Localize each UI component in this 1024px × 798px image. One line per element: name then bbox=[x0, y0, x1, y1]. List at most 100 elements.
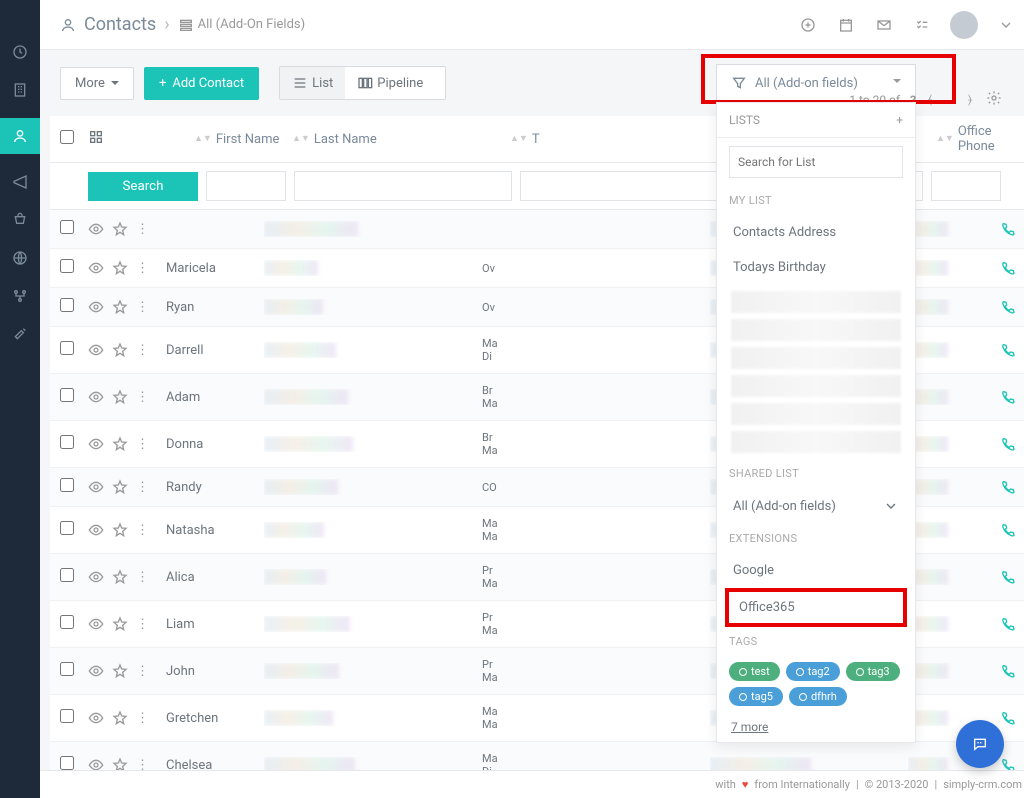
eye-icon[interactable] bbox=[88, 342, 104, 358]
row-menu-icon[interactable]: ⋮ bbox=[136, 300, 149, 315]
phone-icon[interactable] bbox=[1000, 436, 1016, 452]
tools-icon[interactable] bbox=[10, 324, 30, 344]
star-icon[interactable] bbox=[112, 757, 128, 770]
phone-icon[interactable] bbox=[1000, 710, 1016, 726]
module-title[interactable]: Contacts bbox=[84, 14, 156, 35]
search-first[interactable] bbox=[206, 171, 286, 201]
eye-icon[interactable] bbox=[88, 522, 104, 538]
row-checkbox[interactable] bbox=[60, 568, 74, 582]
row-checkbox[interactable] bbox=[60, 298, 74, 312]
grid-icon[interactable] bbox=[88, 129, 108, 149]
row-menu-icon[interactable]: ⋮ bbox=[136, 758, 149, 771]
row-menu-icon[interactable]: ⋮ bbox=[136, 617, 149, 632]
tag-tag3[interactable]: tag3 bbox=[846, 662, 900, 681]
phone-icon[interactable] bbox=[1000, 389, 1016, 405]
row-checkbox[interactable] bbox=[60, 662, 74, 676]
eye-icon[interactable] bbox=[88, 616, 104, 632]
dashboard-icon[interactable] bbox=[10, 42, 30, 62]
col-last-name[interactable]: ▲▼Last Name bbox=[292, 132, 502, 147]
phone-icon[interactable] bbox=[1000, 569, 1016, 585]
phone-icon[interactable] bbox=[1000, 479, 1016, 495]
tag-tag5[interactable]: tag5 bbox=[729, 687, 783, 706]
phone-icon[interactable] bbox=[1000, 522, 1016, 538]
phone-icon[interactable] bbox=[1000, 299, 1016, 315]
list-search-input[interactable] bbox=[729, 146, 903, 178]
phone-icon[interactable] bbox=[1000, 616, 1016, 632]
eye-icon[interactable] bbox=[88, 479, 104, 495]
phone-icon[interactable] bbox=[1000, 663, 1016, 679]
row-checkbox[interactable] bbox=[60, 709, 74, 723]
star-icon[interactable] bbox=[112, 569, 128, 585]
user-avatar[interactable] bbox=[950, 11, 978, 39]
search-title[interactable] bbox=[520, 171, 730, 201]
page-settings[interactable] bbox=[984, 88, 1004, 111]
star-icon[interactable] bbox=[112, 616, 128, 632]
star-icon[interactable] bbox=[112, 436, 128, 452]
row-checkbox[interactable] bbox=[60, 388, 74, 402]
eye-icon[interactable] bbox=[88, 663, 104, 679]
eye-icon[interactable] bbox=[88, 260, 104, 276]
tag-tag2[interactable]: tag2 bbox=[786, 662, 840, 681]
ext-office365[interactable]: Office365 bbox=[733, 596, 899, 619]
list-todays-birthday[interactable]: Todays Birthday bbox=[717, 250, 915, 285]
tags-more[interactable]: 7 more bbox=[717, 712, 915, 742]
row-checkbox[interactable] bbox=[60, 220, 74, 234]
ext-google[interactable]: Google bbox=[717, 553, 915, 588]
phone-icon[interactable] bbox=[1000, 221, 1016, 237]
row-checkbox[interactable] bbox=[60, 341, 74, 355]
tasks-icon[interactable] bbox=[912, 15, 932, 35]
select-all-checkbox[interactable] bbox=[60, 130, 74, 144]
row-checkbox[interactable] bbox=[60, 521, 74, 535]
row-checkbox[interactable] bbox=[60, 756, 74, 770]
contacts-icon[interactable] bbox=[0, 118, 40, 154]
tag-dfhrh[interactable]: dfhrh bbox=[789, 687, 847, 706]
eye-icon[interactable] bbox=[88, 436, 104, 452]
eye-icon[interactable] bbox=[88, 221, 104, 237]
eye-icon[interactable] bbox=[88, 389, 104, 405]
page-dots[interactable]: … bbox=[944, 91, 956, 109]
star-icon[interactable] bbox=[112, 663, 128, 679]
eye-icon[interactable] bbox=[88, 299, 104, 315]
star-icon[interactable] bbox=[112, 260, 128, 276]
star-icon[interactable] bbox=[112, 299, 128, 315]
pipeline-view-button[interactable]: Pipeline bbox=[345, 67, 445, 99]
star-icon[interactable] bbox=[112, 479, 128, 495]
row-menu-icon[interactable]: ⋮ bbox=[136, 711, 149, 726]
row-checkbox[interactable] bbox=[60, 615, 74, 629]
row-checkbox[interactable] bbox=[60, 435, 74, 449]
calendar-icon[interactable] bbox=[836, 15, 856, 35]
row-checkbox[interactable] bbox=[60, 259, 74, 273]
globe-icon[interactable] bbox=[10, 248, 30, 268]
row-menu-icon[interactable]: ⋮ bbox=[136, 390, 149, 405]
star-icon[interactable] bbox=[112, 221, 128, 237]
campaign-icon[interactable] bbox=[10, 172, 30, 192]
user-menu-chevron[interactable] bbox=[996, 15, 1016, 35]
add-icon[interactable] bbox=[798, 15, 818, 35]
building-icon[interactable] bbox=[10, 80, 30, 100]
row-menu-icon[interactable]: ⋮ bbox=[136, 480, 149, 495]
menu-icon[interactable] bbox=[10, 10, 30, 24]
more-button[interactable]: More bbox=[60, 67, 134, 100]
shared-all-addon[interactable]: All (Add-on fields) bbox=[717, 488, 915, 524]
search-phone[interactable] bbox=[931, 171, 1001, 201]
cart-icon[interactable] bbox=[10, 210, 30, 230]
row-checkbox[interactable] bbox=[60, 478, 74, 492]
add-list-icon[interactable]: + bbox=[896, 113, 903, 127]
col-phone[interactable]: ▲▼Office Phone bbox=[936, 124, 1016, 154]
page-next[interactable]: ⦒ bbox=[966, 90, 974, 109]
add-contact-button[interactable]: +Add Contact bbox=[144, 67, 259, 100]
chat-fab[interactable] bbox=[956, 720, 1004, 768]
row-menu-icon[interactable]: ⋮ bbox=[136, 343, 149, 358]
phone-icon[interactable] bbox=[1000, 757, 1016, 770]
col-title[interactable]: ▲▼T bbox=[510, 132, 730, 147]
search-button[interactable]: Search bbox=[88, 172, 198, 201]
footer-link[interactable]: simply-crm.com bbox=[943, 778, 1022, 791]
star-icon[interactable] bbox=[112, 342, 128, 358]
phone-icon[interactable] bbox=[1000, 260, 1016, 276]
row-menu-icon[interactable]: ⋮ bbox=[136, 523, 149, 538]
page-first[interactable]: ⦑ bbox=[926, 90, 934, 109]
row-menu-icon[interactable]: ⋮ bbox=[136, 664, 149, 679]
row-menu-icon[interactable]: ⋮ bbox=[136, 437, 149, 452]
list-view-button[interactable]: List bbox=[280, 67, 345, 99]
star-icon[interactable] bbox=[112, 389, 128, 405]
